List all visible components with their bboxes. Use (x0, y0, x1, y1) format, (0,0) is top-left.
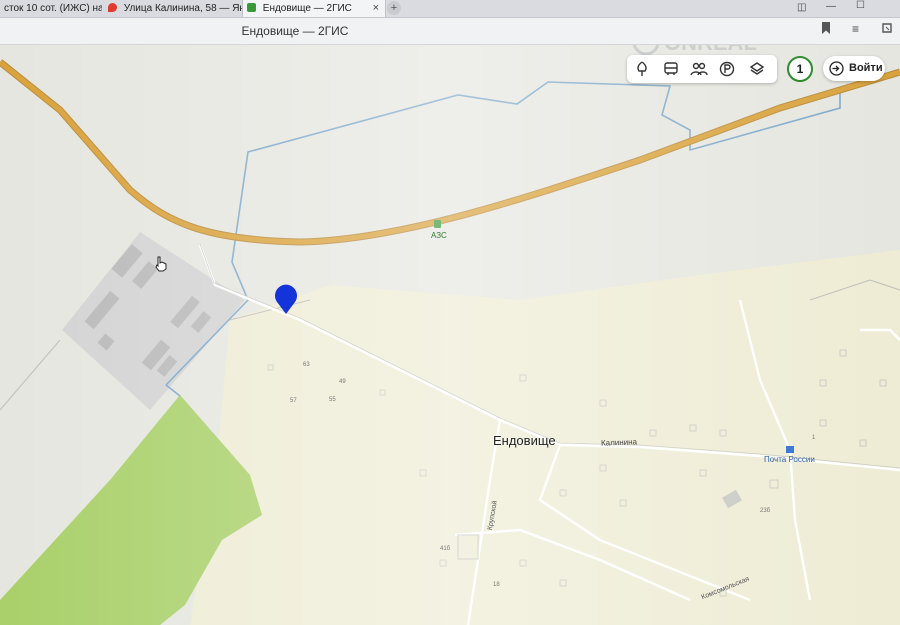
browser-tab-strip: сток 10 сот. (ИЖС) на Улица Калинина, 58… (0, 0, 900, 18)
gas-station-label: АЗС (431, 231, 447, 240)
screen-glare (0, 45, 900, 625)
house-number: 49 (339, 379, 346, 385)
page-title: Ендовище — 2ГИС (241, 24, 349, 38)
bus-icon[interactable] (660, 59, 682, 79)
bookmark-icon[interactable] (821, 22, 831, 37)
house-number: 41б (440, 546, 451, 552)
extensions-icon[interactable] (881, 22, 893, 37)
window-control-icon[interactable]: ◫ (797, 2, 806, 13)
menu-icon[interactable]: ≡ (852, 22, 859, 36)
house-number: 23б (760, 508, 771, 514)
selected-location-pin[interactable] (273, 283, 299, 320)
house-number: 55 (329, 397, 336, 403)
minimize-icon[interactable]: — (826, 1, 836, 12)
2gis-favicon-icon (247, 3, 256, 12)
layers-icon[interactable] (746, 59, 768, 79)
tab-label: сток 10 сот. (ИЖС) на (4, 3, 102, 14)
maximize-icon[interactable]: ☐ (856, 0, 865, 11)
notification-count-badge[interactable]: 1 (787, 56, 813, 82)
tab-label: Ендовище — 2ГИС (262, 3, 352, 14)
svg-text:ONREAL: ONREAL (664, 45, 757, 55)
parking-icon[interactable] (716, 59, 738, 79)
house-number: 18 (493, 582, 500, 588)
house-number: 1 (812, 435, 816, 441)
tab-land-listing[interactable]: сток 10 сот. (ИЖС) на (0, 0, 102, 17)
browser-title-bar: Ендовище — 2ГИС ≡ (0, 18, 900, 45)
tab-endovishche-2gis[interactable]: Ендовище — 2ГИС × (242, 0, 386, 17)
hand-cursor-icon (154, 256, 168, 277)
village-name: Ендовище (493, 433, 556, 448)
login-arrow-icon (829, 61, 844, 86)
new-tab-button[interactable]: + (387, 1, 401, 15)
map-pin-favicon-icon (108, 3, 117, 12)
house-number: 57 (290, 398, 297, 404)
tab-label: Улица Калинина, 58 — Ян (123, 3, 242, 14)
map-canvas[interactable]: ONREAL (0, 45, 900, 625)
street-label-kalinina: Калинина (600, 437, 638, 448)
login-label: Войти (849, 62, 883, 74)
tree-icon[interactable] (631, 59, 653, 79)
map-layer-toolbar (627, 55, 777, 83)
house-number: 63 (303, 362, 310, 368)
people-icon[interactable] (688, 59, 710, 79)
tab-kalinina-street[interactable]: Улица Калинина, 58 — Ян (104, 0, 242, 17)
post-office-label: Почта России (764, 455, 815, 464)
login-button[interactable]: Войти (823, 56, 885, 81)
close-tab-icon[interactable]: × (373, 0, 379, 17)
